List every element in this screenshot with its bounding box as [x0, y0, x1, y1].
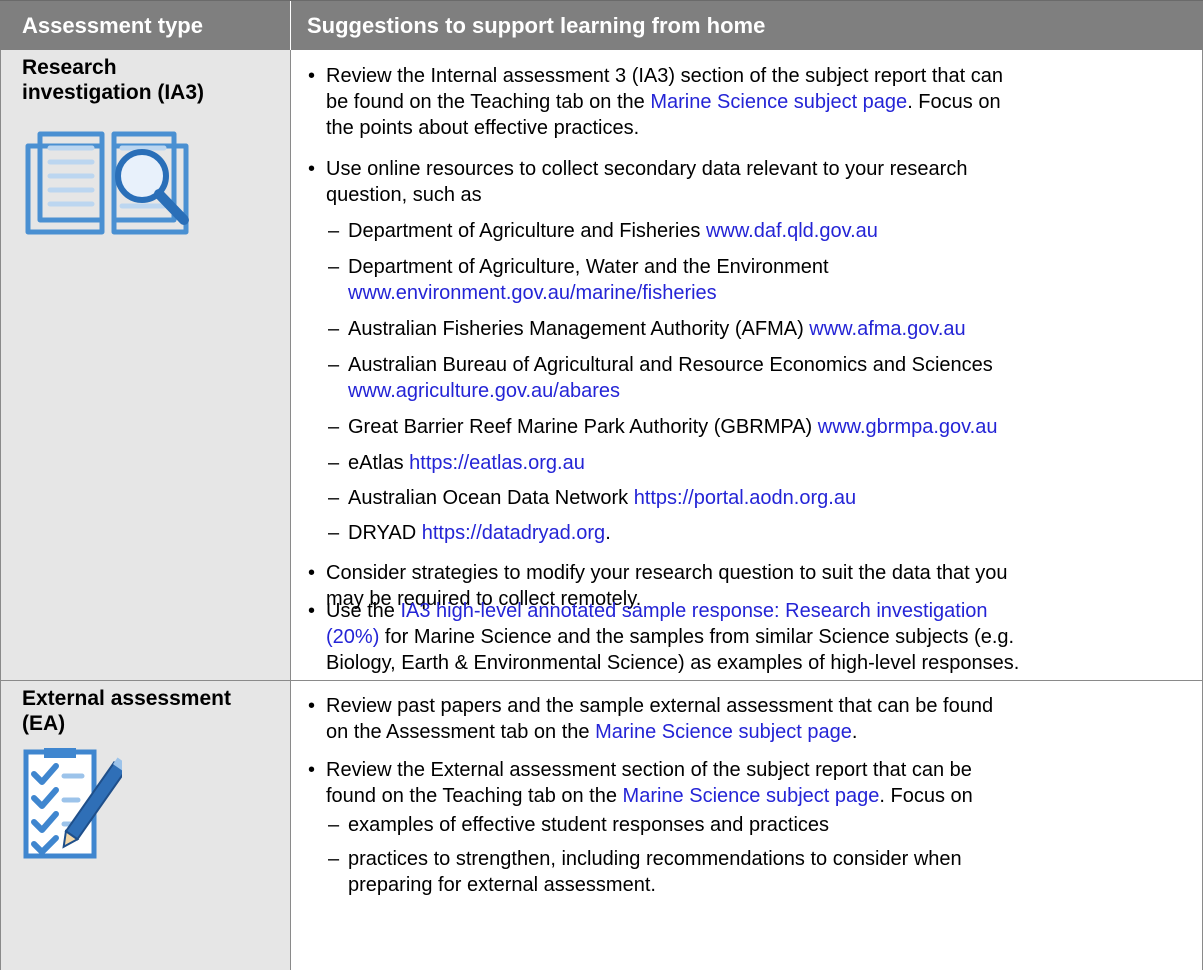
r2-sub2-line1: practices to strengthen, including recom… [348, 848, 962, 870]
header-divider [290, 1, 291, 51]
gbrmpa-link[interactable]: www.gbrmpa.gov.au [818, 416, 998, 438]
r2-sub2-line2: preparing for external assessment. [348, 874, 656, 896]
bullet-icon: • [308, 65, 316, 87]
dash-icon: – [328, 848, 340, 870]
daf-link[interactable]: www.daf.qld.gov.au [706, 220, 878, 242]
bullet-icon: • [308, 158, 316, 180]
r1-sub2-line1: Department of Agriculture, Water and the… [348, 256, 829, 278]
r1-sub8: DRYAD https://datadryad.org. [348, 522, 611, 544]
bullet-icon: • [308, 562, 316, 584]
row2-title-line2: (EA) [22, 712, 66, 735]
dash-icon: – [328, 416, 340, 438]
dash-icon: – [328, 522, 340, 544]
r1-b1-line2: be found on the Teaching tab on the Mari… [326, 91, 1001, 113]
row1-title-line2: investigation (IA3) [22, 81, 205, 104]
column-divider [290, 50, 291, 970]
bullet-icon: • [308, 695, 316, 717]
dash-icon: – [328, 220, 340, 242]
r2-b1-text: on the Assessment tab on the [326, 721, 596, 743]
r2-b2-line1: Review the External assessment section o… [326, 759, 972, 781]
table-left-border [0, 50, 1, 970]
r1-b2-line1: Use online resources to collect secondar… [326, 158, 968, 180]
r1-sub5: Great Barrier Reef Marine Park Authority… [348, 416, 998, 438]
r1-b4-text: Use the [326, 600, 401, 622]
r1-b3-line1: Consider strategies to modify your resea… [326, 562, 1008, 584]
dash-icon: – [328, 814, 340, 836]
r1-b4-line2: (20%) for Marine Science and the samples… [326, 624, 1014, 650]
r1-b2-line2: question, such as [326, 184, 482, 206]
marine-science-subject-page-link[interactable]: Marine Science subject page [623, 785, 880, 807]
eatlas-link[interactable]: https://eatlas.org.au [409, 452, 585, 474]
header-suggestions: Suggestions to support learning from hom… [307, 13, 766, 38]
aodn-link[interactable]: https://portal.aodn.org.au [634, 487, 856, 509]
header-assessment-type: Assessment type [22, 13, 203, 38]
r1-sub1: Department of Agriculture and Fisheries … [348, 220, 878, 242]
bullet-icon: • [308, 759, 316, 781]
r2-b2-text: . Focus on [879, 785, 973, 807]
r1-b1-line1: Review the Internal assessment 3 (IA3) s… [326, 65, 1004, 87]
afma-link[interactable]: www.afma.gov.au [809, 318, 965, 340]
r1-b4-line3: Biology, Earth & Environmental Science) … [326, 652, 1020, 674]
environment-link[interactable]: www.environment.gov.au/marine/fisheries [348, 280, 717, 306]
r2-b1-line2: on the Assessment tab on the Marine Scie… [326, 719, 857, 745]
ia3-sample-response-link[interactable]: IA3 high-level annotated sample response… [400, 600, 987, 622]
dash-icon: – [328, 452, 340, 474]
r1-sub4-line1: Australian Bureau of Agricultural and Re… [348, 354, 993, 376]
dash-icon: – [328, 318, 340, 340]
r2-sub1: examples of effective student responses … [348, 814, 830, 836]
r2-b2-line2: found on the Teaching tab on the Marine … [326, 783, 973, 809]
r2-b2-text: found on the Teaching tab on the [326, 785, 623, 807]
row1-title: Research investigation (IA3) [22, 55, 287, 105]
dash-icon: – [328, 487, 340, 509]
bullet-icon: • [308, 600, 316, 622]
r2-b1-text: . [851, 721, 858, 743]
r2-b1-line1: Review past papers and the sample extern… [326, 695, 994, 717]
dash-icon: – [328, 354, 340, 376]
ia3-sample-response-link-cont[interactable]: (20%) [326, 626, 379, 648]
row2-title-line1: External assessment [22, 687, 231, 710]
row2-title: External assessment (EA) [22, 686, 287, 736]
r1-sub6: eAtlas https://eatlas.org.au [348, 452, 585, 474]
r1-b4-text: for Marine Science and the samples from … [379, 626, 1015, 648]
marine-science-subject-page-link[interactable]: Marine Science subject page [595, 721, 852, 743]
r1-b1-line3: the points about effective practices. [326, 117, 640, 139]
book-magnifier-icon [25, 131, 189, 235]
row1-title-line1: Research [22, 56, 117, 79]
abares-link[interactable]: www.agriculture.gov.au/abares [348, 378, 620, 404]
dash-icon: – [328, 256, 340, 278]
checklist-pen-icon [23, 748, 122, 859]
r1-sub3: Australian Fisheries Management Authorit… [348, 318, 966, 340]
marine-science-subject-page-link[interactable]: Marine Science subject page [650, 91, 907, 113]
r1-b4-line1: Use the IA3 high-level annotated sample … [326, 598, 988, 624]
r1-sub7: Australian Ocean Data Network https://po… [348, 487, 857, 509]
dryad-link[interactable]: https://datadryad.org [422, 522, 605, 544]
table-header: Assessment type Suggestions to support l… [0, 0, 1203, 51]
